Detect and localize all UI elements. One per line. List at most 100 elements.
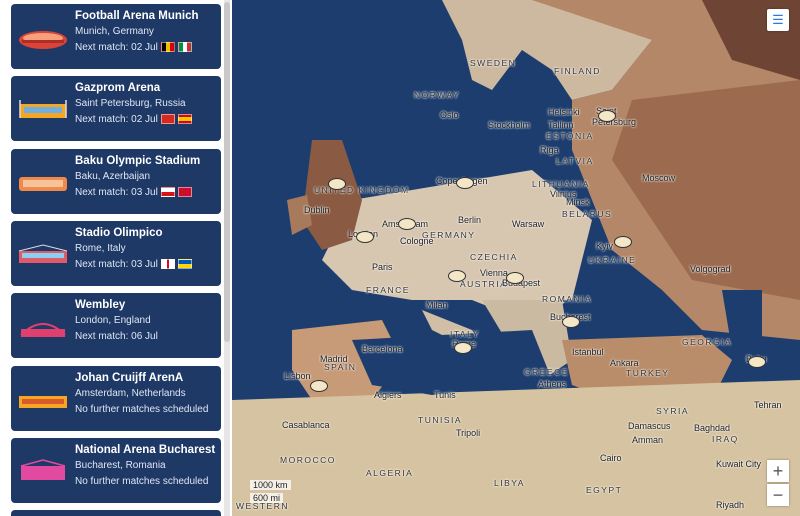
label-riga: Riga (540, 145, 559, 155)
stadium-marker-saint-petersburg[interactable] (598, 110, 616, 122)
label-belarus: BELARUS (562, 209, 613, 219)
scrollbar-thumb[interactable] (224, 2, 230, 342)
venue-card[interactable]: Football Arena Munich Munich, Germany Ne… (11, 4, 221, 69)
stadium-marker-london[interactable] (356, 231, 374, 243)
label-iraq: IRAQ (712, 434, 739, 444)
label-cairo: Cairo (600, 453, 622, 463)
venue-name: Football Arena Munich (75, 10, 199, 22)
next-match-text: Next match: 03 Jul (75, 187, 158, 198)
label-ankara: Ankara (610, 358, 639, 368)
label-amman: Amman (632, 435, 664, 445)
label-tehran: Tehran (754, 400, 782, 410)
label-volgograd: Volgograd (690, 264, 731, 274)
label-tripoli: Tripoli (456, 428, 481, 438)
label-algiers: Algiers (374, 390, 402, 400)
label-algeria: ALGERIA (366, 468, 414, 478)
label-berlin: Berlin (458, 215, 482, 225)
venue-status: Next match: 02 Jul (75, 42, 192, 53)
label-helsinki: Helsinki (548, 107, 580, 117)
venue-name: Johan Cruijff ArenA (75, 372, 184, 384)
flag-icon (160, 114, 175, 125)
venue-list: Football Arena Munich Munich, Germany Ne… (0, 0, 230, 516)
stadium-marker-budapest[interactable] (506, 272, 524, 284)
next-match-text: Next match: 03 Jul (75, 259, 158, 270)
stadium-marker-bucharest[interactable] (562, 316, 580, 328)
flag-icon (160, 259, 175, 270)
flag-icon (177, 114, 192, 125)
venue-location: Munich, Germany (75, 26, 154, 37)
label-egypt: EGYPT (586, 485, 623, 495)
venue-location: London, England (75, 315, 151, 326)
label-barcelona: Barcelona (362, 344, 403, 354)
plus-icon: + (772, 460, 784, 481)
venue-status: No further matches scheduled (75, 404, 209, 415)
label-italy: ITALY (450, 329, 480, 339)
label-libya: LIBYA (494, 478, 525, 488)
stadium-marker-baku[interactable] (748, 356, 766, 368)
venue-card[interactable]: Stadio Olimpico Rome, Italy Next match: … (11, 221, 221, 286)
stadium-marker-seville[interactable] (310, 380, 328, 392)
label-minsk: Minsk (566, 197, 590, 207)
label-dublin: Dublin (304, 205, 330, 215)
label-warsaw: Warsaw (512, 219, 545, 229)
label-greece: GREECE (524, 367, 569, 377)
flag-icon (177, 259, 192, 270)
map-view[interactable]: SWEDEN FINLAND NORWAY Oslo Stockholm Hel… (232, 0, 800, 516)
label-austria: AUSTRIA (460, 279, 508, 289)
label-romania: ROMANIA (542, 294, 593, 304)
label-riyadh: Riyadh (716, 500, 745, 510)
stadium-marker-wembley[interactable] (328, 178, 346, 190)
label-vienna: Vienna (480, 268, 508, 278)
venue-name: Gazprom Arena (75, 82, 161, 94)
label-damascus: Damascus (628, 421, 671, 431)
zoom-in-button[interactable]: + (767, 460, 789, 482)
venue-card-partial[interactable] (11, 510, 221, 516)
label-cologne: Cologne (400, 236, 434, 246)
venue-name: Wembley (75, 299, 126, 311)
venue-card[interactable]: Baku Olympic Stadium Baku, Azerbaijan Ne… (11, 149, 221, 214)
legend-button[interactable]: ☰ (767, 9, 789, 31)
label-casablanca: Casablanca (282, 420, 330, 430)
next-match-text: Next match: 02 Jul (75, 114, 158, 125)
stadium-marker-copenhagen[interactable] (456, 177, 474, 189)
stadium-marker-rome[interactable] (454, 342, 472, 354)
stadium-icon (19, 100, 67, 118)
scale-bar-mi: 600 mi (250, 493, 284, 503)
stadium-icon (19, 31, 67, 49)
stadium-icon (19, 396, 67, 408)
label-istanbul: Istanbul (572, 347, 604, 357)
label-milan: Milan (426, 300, 448, 310)
venue-status: Next match: 03 Jul (75, 187, 192, 198)
minus-icon: − (772, 484, 784, 505)
venue-status: Next match: 03 Jul (75, 259, 192, 270)
scale-bar-km: 1000 km (250, 480, 291, 490)
venue-card[interactable]: Gazprom Arena Saint Petersburg, Russia N… (11, 76, 221, 141)
label-kyiv: Kyiv (596, 241, 614, 251)
label-ukraine: UKRAINE (588, 255, 637, 265)
stadium-icon (20, 459, 66, 480)
stadium-marker-kyiv[interactable] (614, 236, 632, 248)
label-estonia: ESTONIA (546, 131, 594, 141)
label-kuwait: Kuwait City (716, 459, 762, 469)
zoom-out-button[interactable]: − (767, 484, 789, 506)
venue-card[interactable]: National Arena Bucharest Bucharest, Roma… (11, 438, 221, 503)
label-sweden: SWEDEN (470, 58, 517, 68)
label-tunis: Tunis (434, 390, 456, 400)
venue-card[interactable]: Wembley London, England Next match: 06 J… (11, 293, 221, 358)
venue-name: National Arena Bucharest (75, 444, 216, 456)
label-baghdad: Baghdad (694, 423, 731, 433)
stadium-icon (20, 323, 66, 337)
next-match-text: Next match: 02 Jul (75, 42, 158, 53)
label-paris: Paris (372, 262, 393, 272)
flag-icon (177, 42, 192, 53)
label-georgia: GEORGIA (682, 337, 733, 347)
stadium-icon (18, 244, 68, 263)
venue-card[interactable]: Johan Cruijff ArenA Amsterdam, Netherlan… (11, 366, 221, 431)
stadium-marker-amsterdam[interactable] (398, 218, 416, 230)
label-czechia: CZECHIA (470, 252, 518, 262)
label-athens: Athens (538, 379, 567, 389)
label-finland: FINLAND (554, 66, 601, 76)
stadium-marker-munich[interactable] (448, 270, 466, 282)
label-tunisia: TUNISIA (418, 415, 463, 425)
label-latvia: LATVIA (556, 156, 594, 166)
